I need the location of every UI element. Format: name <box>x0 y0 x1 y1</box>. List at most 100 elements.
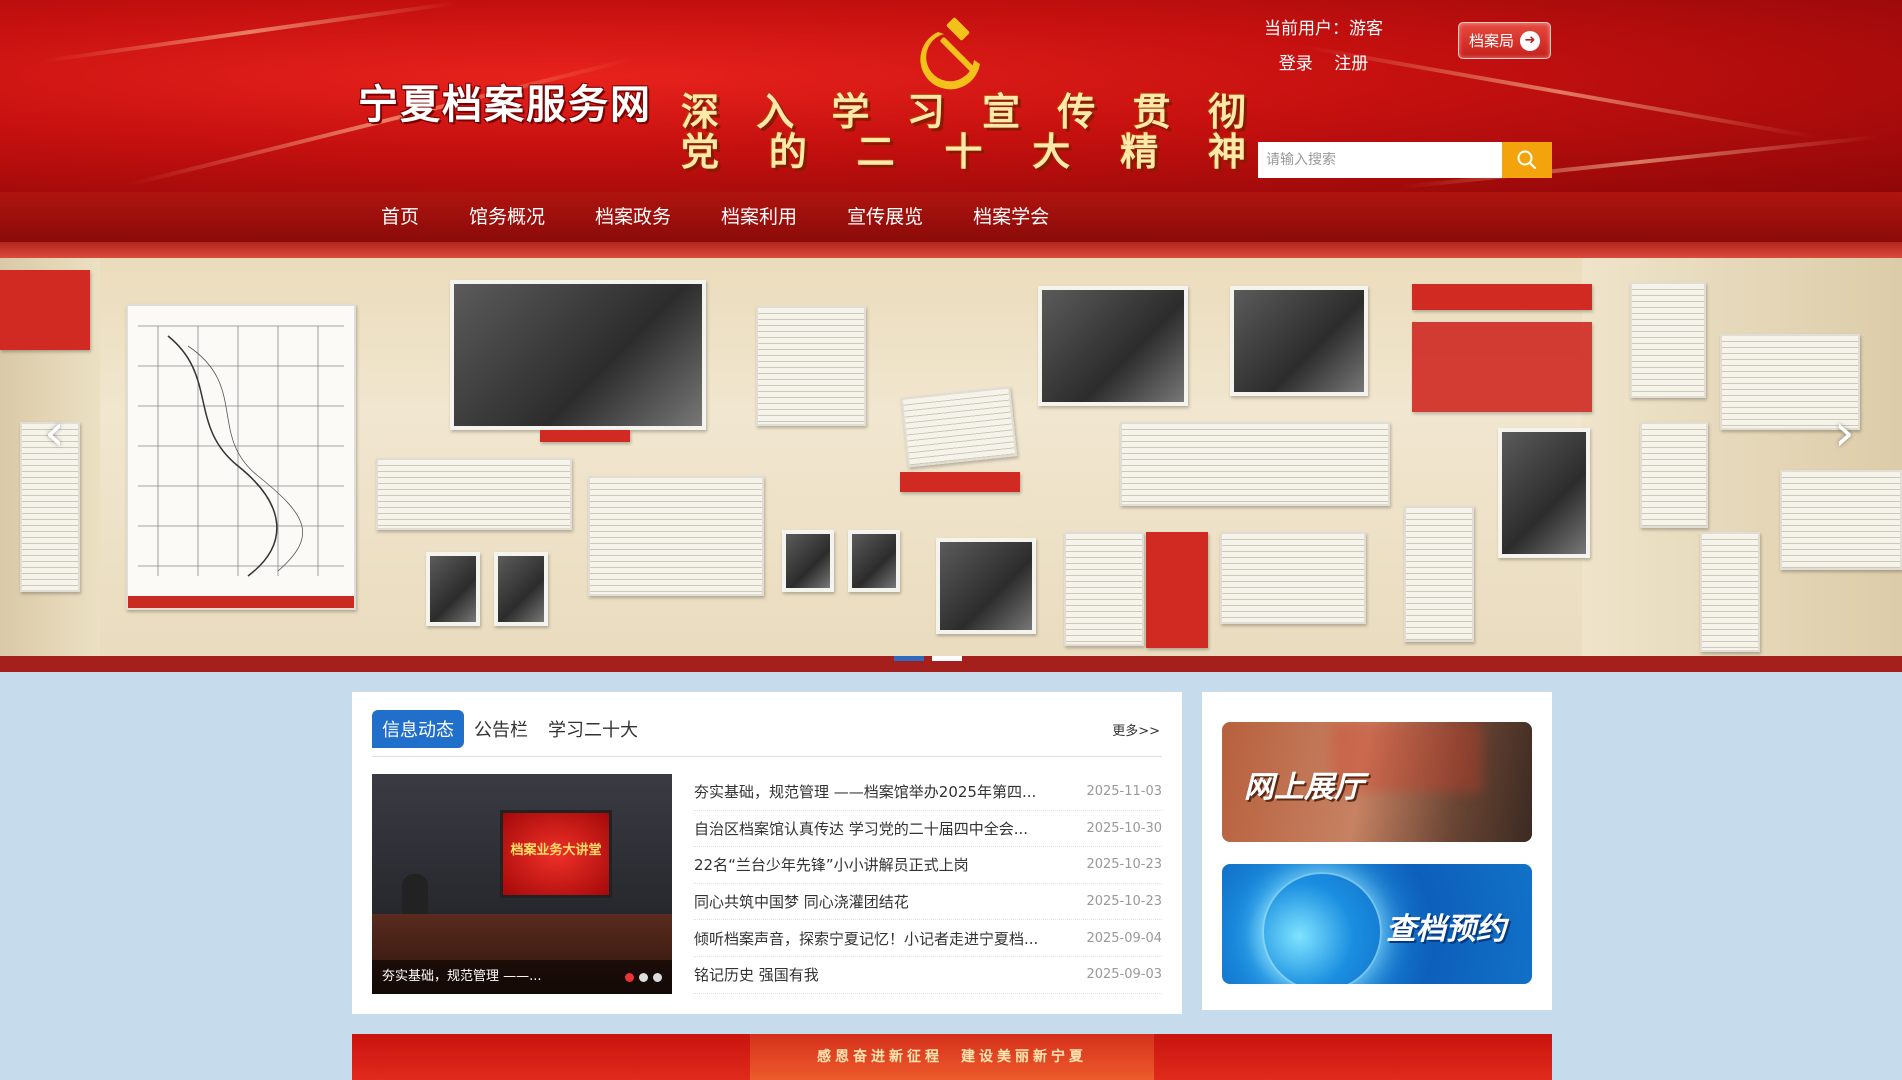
user-box: 当前用户：游客 登录 注册 <box>1264 14 1383 74</box>
news-title[interactable]: 同心共筑中国梦 同心浇灌团结花 <box>694 891 909 912</box>
news-title[interactable]: 22名“兰台少年先锋”小小讲解员正式上岗 <box>694 854 969 875</box>
list-item[interactable]: 铭记历史 强国有我 2025-09-03 <box>694 957 1162 994</box>
login-link[interactable]: 登录 <box>1279 54 1313 74</box>
search-button[interactable] <box>1502 142 1552 178</box>
news-tabs: 信息动态 公告栏 学习二十大 <box>372 710 648 748</box>
tab-notices[interactable]: 公告栏 <box>464 710 538 748</box>
exhibit-panel <box>1064 532 1144 646</box>
tab-divider <box>372 756 1162 757</box>
slider-prev-icon[interactable]: ‹ <box>44 407 65 459</box>
site-title[interactable]: 宁夏档案服务网 <box>358 72 652 130</box>
carousel-dot[interactable] <box>625 973 634 982</box>
more-link[interactable]: 更多>> <box>1112 720 1160 739</box>
slogan-char: 传 <box>1057 90 1096 134</box>
online-exhibition-label: 网上展厅 <box>1244 770 1364 805</box>
current-user-label: 当前用户：游客 <box>1264 19 1383 39</box>
slogan-line-2: 党 的 二 十 大 精 神 <box>676 132 1251 172</box>
search-input[interactable] <box>1258 142 1502 178</box>
panel-caption-bar <box>128 596 354 608</box>
side-promo-panel: 网上展厅 查档预约 <box>1202 692 1552 1010</box>
nav-item-home[interactable]: 首页 <box>356 192 444 242</box>
exhibit-label <box>1412 284 1592 310</box>
archive-appointment-button[interactable]: 查档预约 <box>1222 864 1532 984</box>
globe-icon <box>1262 872 1382 984</box>
slogan-char: 的 <box>768 130 807 174</box>
news-date: 2025-11-03 <box>1086 784 1162 800</box>
bottom-banner-text: 感恩奋进新征程 建设美丽新宁夏 <box>817 1049 1087 1065</box>
slogan-char: 二 <box>856 130 895 174</box>
news-date: 2025-10-30 <box>1086 820 1162 836</box>
news-title[interactable]: 铭记历史 强国有我 <box>694 964 819 985</box>
tab-news[interactable]: 信息动态 <box>372 710 464 748</box>
list-item[interactable]: 22名“兰台少年先锋”小小讲解员正式上岗 2025-10-23 <box>694 847 1162 884</box>
slogan-char: 党 <box>680 130 719 174</box>
slogan-char: 入 <box>756 90 795 134</box>
exhibit-map-panel <box>126 304 356 610</box>
exhibit-photo <box>1038 286 1188 406</box>
slogan-line-1: 深 入 学 习 宣 传 贯 彻 <box>676 92 1251 132</box>
exhibit-panel <box>1700 532 1760 652</box>
exhibit-photo <box>1230 286 1368 396</box>
exhibit-photo <box>494 552 548 626</box>
news-title[interactable]: 自治区档案馆认真传达 学习党的二十届四中全会... <box>694 818 1028 839</box>
list-item[interactable]: 倾听档案声音，探索宁夏记忆！小记者走进宁夏档... 2025-09-04 <box>694 920 1162 957</box>
archives-bureau-button[interactable]: 档案局 ➜ <box>1458 22 1551 59</box>
nav-item-government-affairs[interactable]: 档案政务 <box>570 192 696 242</box>
exhibit-panel <box>1412 322 1592 412</box>
news-title[interactable]: 倾听档案声音，探索宁夏记忆！小记者走进宁夏档... <box>694 928 1038 949</box>
news-date: 2025-09-03 <box>1086 967 1162 983</box>
bottom-banner-center: 感恩奋进新征程 建设美丽新宁夏 <box>750 1034 1154 1080</box>
nav-item-society[interactable]: 档案学会 <box>948 192 1074 242</box>
header-light-ray <box>41 0 459 64</box>
exhibit-panel <box>1640 422 1708 528</box>
register-link[interactable]: 注册 <box>1334 54 1368 74</box>
news-title[interactable]: 夯实基础，规范管理 ——档案馆举办2025年第四... <box>694 781 1036 802</box>
carousel-dots <box>625 973 662 982</box>
exhibit-label <box>900 472 1020 492</box>
online-exhibition-button[interactable]: 网上展厅 <box>1222 722 1532 842</box>
slider-dot[interactable] <box>932 656 962 661</box>
search-bar <box>1258 142 1552 178</box>
exhibit-panel <box>588 476 764 596</box>
list-item[interactable]: 同心共筑中国梦 同心浇灌团结花 2025-10-23 <box>694 884 1162 921</box>
exhibit-panel <box>756 306 866 426</box>
news-image-carousel[interactable]: 档案业务大讲堂 夯实基础，规范管理 ——... <box>372 774 672 994</box>
slogan-char: 宣 <box>982 90 1021 134</box>
stage-screen-text: 档案业务大讲堂 <box>510 843 602 858</box>
slogan-char: 大 <box>1032 130 1071 174</box>
carousel-dot[interactable] <box>653 973 662 982</box>
slogan: 深 入 学 习 宣 传 贯 彻 党 的 二 十 大 精 神 <box>676 92 1251 172</box>
exhibit-label <box>540 430 630 442</box>
nav-item-archive-use[interactable]: 档案利用 <box>696 192 822 242</box>
bottom-banner[interactable]: 感恩奋进新征程 建设美丽新宁夏 <box>352 1034 1552 1080</box>
slider-next-icon[interactable]: › <box>1834 407 1855 459</box>
slider-dots <box>894 656 962 661</box>
archives-bureau-label: 档案局 <box>1468 32 1514 50</box>
hero-banner-slider[interactable] <box>0 242 1902 672</box>
main-nav: 首页 馆务概况 档案政务 档案利用 宣传展览 档案学会 <box>0 192 1902 242</box>
list-item[interactable]: 自治区档案馆认真传达 学习党的二十届四中全会... 2025-10-30 <box>694 811 1162 848</box>
slogan-char: 深 <box>680 90 719 134</box>
exhibit-panel <box>1780 470 1902 570</box>
news-date: 2025-09-04 <box>1086 930 1162 946</box>
hammer-sickle-icon <box>920 17 980 90</box>
stage-screen: 档案业务大讲堂 <box>500 810 612 898</box>
slogan-char: 十 <box>944 130 983 174</box>
map-drawing-icon <box>138 325 344 577</box>
tab-study-20th-congress[interactable]: 学习二十大 <box>538 710 648 748</box>
nav-item-exhibitions[interactable]: 宣传展览 <box>822 192 948 242</box>
exhibit-panel <box>1220 532 1366 624</box>
slogan-char: 习 <box>906 90 945 134</box>
banner-wall-band <box>0 242 1902 258</box>
slogan-char: 彻 <box>1207 90 1246 134</box>
slider-dot[interactable] <box>894 656 924 661</box>
carousel-dot[interactable] <box>639 973 648 982</box>
slogan-char: 贯 <box>1132 90 1171 134</box>
site-header: 宁夏档案服务网 深 入 学 习 宣 传 贯 彻 党 的 二 十 大 精 神 当前… <box>0 0 1902 192</box>
nav-item-overview[interactable]: 馆务概况 <box>444 192 570 242</box>
news-list: 夯实基础，规范管理 ——档案馆举办2025年第四... 2025-11-03 自… <box>694 774 1162 994</box>
news-panel: 信息动态 公告栏 学习二十大 更多>> 档案业务大讲堂 夯实基础，规范管理 ——… <box>352 692 1182 1014</box>
list-item[interactable]: 夯实基础，规范管理 ——档案馆举办2025年第四... 2025-11-03 <box>694 774 1162 811</box>
search-icon <box>1517 150 1537 170</box>
exhibit-photo <box>1498 428 1590 558</box>
